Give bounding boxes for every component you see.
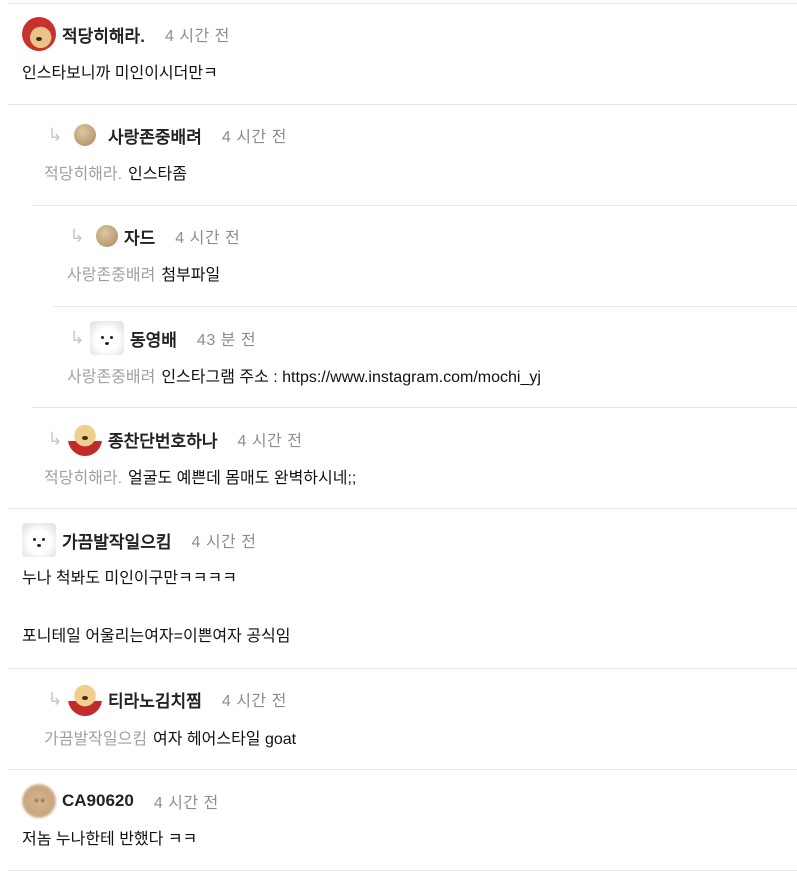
comment-divider	[8, 104, 797, 105]
comment-header: 가끔발작일으킴 4 시간 전	[22, 523, 256, 557]
comment-text: 저놈 누나한테 반했다 ㅋㅋ	[22, 831, 198, 848]
comment-body: 저놈 누나한테 반했다 ㅋㅋ	[22, 829, 197, 851]
avatar[interactable]	[22, 523, 56, 557]
comment-nickname[interactable]: CA90620	[62, 791, 134, 811]
reply-arrow-icon: ↳	[47, 124, 63, 145]
comment-time: 4 시간 전	[221, 129, 287, 146]
comment-time: 4 시간 전	[153, 795, 219, 812]
comment-text: 여자 헤어스타일 goat	[153, 731, 297, 748]
comment-body: 누나 척봐도 미인이구만ㅋㅋㅋㅋ 포니테일 어울리는여자=이쁜여자 공식임	[22, 568, 290, 648]
mention-label[interactable]: 사랑존중배려	[67, 267, 155, 284]
comment-nickname[interactable]: 사랑존중배려	[108, 123, 202, 148]
comment-header: 적당히해라. 4 시간 전	[22, 17, 230, 51]
comment-divider	[32, 407, 797, 408]
comment-nickname[interactable]: 동영배	[130, 326, 177, 351]
comment-body: 적당히해라. 인스타좀	[44, 164, 187, 186]
comment-divider	[8, 668, 797, 669]
avatar[interactable]	[68, 682, 102, 716]
comment-divider	[8, 870, 797, 871]
comment-time: 4 시간 전	[191, 534, 257, 551]
top-divider	[8, 3, 797, 4]
comment-time: 4 시간 전	[164, 28, 230, 45]
comment-header: CA90620 4 시간 전	[22, 784, 219, 818]
avatar[interactable]	[22, 17, 56, 51]
comment-time: 4 시간 전	[237, 433, 303, 450]
comment-nickname[interactable]: 종찬단번호하나	[108, 427, 217, 452]
comment-body: 인스타보니까 미인이시더만ㅋ	[22, 63, 218, 85]
reply-arrow-icon: ↳	[47, 428, 63, 449]
comment-divider	[32, 205, 797, 206]
comment-header: ↳ 티라노김치찜 4 시간 전	[44, 682, 287, 716]
comment-text: 인스타좀	[128, 166, 187, 183]
comment-divider	[8, 769, 797, 770]
comment-header: ↳ 사랑존중배려 4 시간 전	[44, 118, 287, 152]
avatar[interactable]	[22, 784, 56, 818]
reply-arrow-icon: ↳	[69, 225, 85, 246]
comment-nickname[interactable]: 자드	[124, 224, 155, 249]
avatar[interactable]	[68, 422, 102, 456]
comment-time: 4 시간 전	[221, 693, 287, 710]
comment-body: 적당히해라. 얼굴도 예쁜데 몸매도 완벽하시네;;	[44, 468, 356, 490]
comment-nickname[interactable]: 가끔발작일으킴	[62, 528, 171, 553]
comment-text: 누나 척봐도 미인이구만ㅋㅋㅋㅋ	[22, 570, 237, 587]
comment-body: 사랑존중배려 인스타그램 주소 : https://www.instagram.c…	[67, 367, 541, 389]
comment-header: ↳ 종찬단번호하나 4 시간 전	[44, 422, 302, 456]
comment-nickname[interactable]: 티라노김치찜	[108, 687, 202, 712]
comment-text: 얼굴도 예쁜데 몸매도 완벽하시네;;	[128, 470, 357, 487]
comment-text: 첨부파일	[161, 267, 221, 284]
mention-label[interactable]: 적당히해라.	[44, 166, 122, 183]
mention-label[interactable]: 사랑존중배려	[67, 369, 155, 386]
comment-divider	[54, 306, 797, 307]
comment-body: 사랑존중배려 첨부파일	[67, 265, 220, 287]
comment-header: ↳ 자드 4 시간 전	[66, 219, 240, 253]
comment-divider	[8, 508, 797, 509]
comment-text: 인스타그램 주소 : https://www.instagram.com/moc…	[161, 369, 541, 386]
comment-body: 가끔발작일으킴 여자 헤어스타일 goat	[44, 729, 296, 751]
comment-time: 43 분 전	[196, 332, 257, 349]
reply-arrow-icon: ↳	[47, 688, 63, 709]
comment-text: 인스타보니까 미인이시더만ㅋ	[22, 65, 218, 82]
reply-arrow-icon: ↳	[69, 327, 85, 348]
comment-nickname[interactable]: 적당히해라.	[62, 22, 145, 47]
mention-label[interactable]: 적당히해라.	[44, 470, 122, 487]
comment-header: ↳ 동영배 43 분 전	[66, 321, 256, 355]
avatar[interactable]	[74, 124, 96, 146]
avatar[interactable]	[90, 321, 124, 355]
comment-time: 4 시간 전	[175, 230, 241, 247]
comment-text: 포니테일 어울리는여자=이쁜여자 공식임	[22, 628, 291, 645]
mention-label[interactable]: 가끔발작일으킴	[44, 731, 147, 748]
avatar[interactable]	[96, 225, 118, 247]
